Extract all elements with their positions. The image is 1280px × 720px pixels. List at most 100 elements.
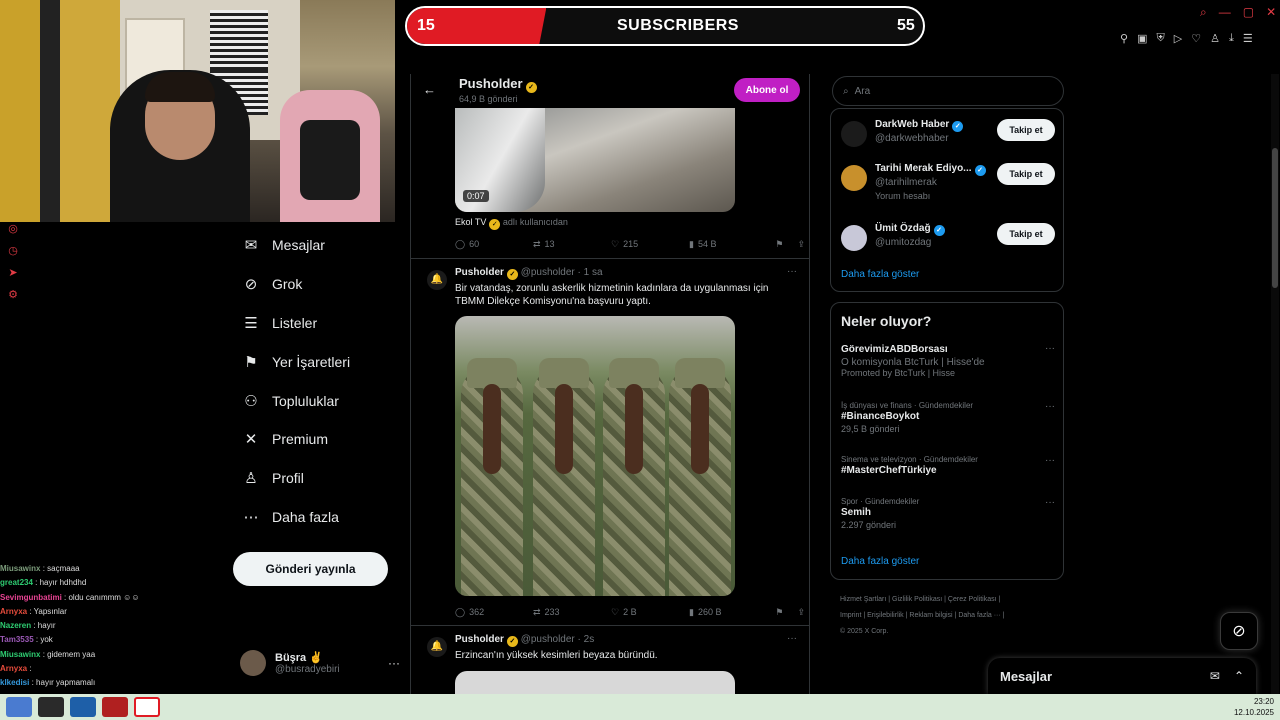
show-more-link[interactable]: Daha fazla göster bbox=[841, 269, 919, 280]
chat-username[interactable]: Miusawinx bbox=[0, 564, 40, 573]
nav-item-mesajlar[interactable]: ✉ Mesajlar bbox=[232, 226, 402, 265]
footer-link[interactable]: Gizlilik Politikası bbox=[892, 596, 942, 603]
video-player[interactable]: 0:07 bbox=[455, 108, 735, 212]
user-icon[interactable]: ♙ bbox=[1210, 32, 1220, 46]
follow-button[interactable]: Takip et bbox=[997, 223, 1055, 245]
footer-link[interactable]: Reklam bilgisi bbox=[909, 612, 952, 619]
chat-username[interactable]: Tam3535 bbox=[0, 635, 34, 644]
trend-more-icon[interactable]: ··· bbox=[1045, 497, 1055, 508]
chat-username[interactable]: Sevimgunbatimi bbox=[0, 593, 62, 602]
send-icon[interactable]: ➤ bbox=[0, 266, 26, 288]
taskbar-app[interactable] bbox=[70, 697, 96, 717]
screenshot-icon[interactable]: ▣ bbox=[1137, 32, 1147, 46]
nav-item-listeler[interactable]: ☰ Listeler bbox=[232, 304, 402, 343]
chat-username[interactable]: Arnyxa bbox=[0, 607, 27, 616]
tweet-more-icon[interactable]: ··· bbox=[787, 266, 797, 277]
follow-suggestion[interactable]: Ümit Özdağ ✓ @umitozdag Takip et bbox=[841, 221, 1055, 261]
download-icon[interactable]: ⤓ bbox=[1229, 32, 1234, 46]
footer-link[interactable]: Çerez Politikası bbox=[948, 596, 997, 603]
menu-icon[interactable]: ☰ bbox=[1243, 32, 1253, 46]
reply-button[interactable]: ◯ 60 bbox=[455, 236, 533, 252]
maximize-icon[interactable]: ▢ bbox=[1243, 5, 1254, 20]
taskbar-app[interactable] bbox=[38, 697, 64, 717]
trend-more-icon[interactable]: ··· bbox=[1045, 401, 1055, 412]
search-input[interactable]: ⌕ Ara bbox=[832, 76, 1064, 106]
views-button[interactable]: ▮ 54 B bbox=[689, 236, 767, 252]
views-button[interactable]: ▮ 260 B bbox=[689, 604, 767, 620]
subscribe-button[interactable]: Abone ol bbox=[734, 78, 800, 102]
footer-link[interactable]: © 2025 X Corp. bbox=[840, 628, 888, 635]
close-icon[interactable]: ✕ bbox=[1266, 5, 1276, 20]
chat-username[interactable]: great234 bbox=[0, 578, 33, 587]
shield-icon[interactable]: ⛨ bbox=[1156, 32, 1164, 46]
footer-link[interactable]: Imprint bbox=[840, 612, 861, 619]
trend-more-icon[interactable]: ··· bbox=[1045, 455, 1055, 466]
nav-item-premium[interactable]: ✕ Premium bbox=[232, 420, 402, 459]
bell-avatar-icon[interactable]: 🔔 bbox=[427, 637, 447, 657]
trend-more-icon[interactable]: ··· bbox=[1045, 343, 1055, 354]
play-icon[interactable]: ▷ bbox=[1174, 32, 1182, 46]
clock-time: 23:20 bbox=[1253, 697, 1274, 706]
tweet-header[interactable]: Pusholder ✓ @pusholder · 1 sa bbox=[455, 267, 603, 280]
reply-button[interactable]: ◯ 362 bbox=[455, 604, 533, 620]
header-name: Pusholder ✓ bbox=[459, 76, 537, 93]
post-button[interactable]: Gönderi yayınla bbox=[233, 552, 388, 586]
bookmark-icon[interactable]: ⚑ bbox=[775, 607, 783, 618]
retweet-button[interactable]: ⇄ 13 bbox=[533, 236, 611, 252]
opera-icon[interactable] bbox=[134, 697, 160, 717]
settings-icon[interactable]: ⚙ bbox=[0, 288, 26, 310]
nav-item-topluluklar[interactable]: ⚇ Topluluklar bbox=[232, 381, 402, 420]
show-more-link[interactable]: Daha fazla göster bbox=[841, 556, 919, 567]
nav-item-daha-fazla[interactable]: ⋯ Daha fazla bbox=[232, 498, 402, 537]
share-icon[interactable]: ⇪ bbox=[797, 607, 805, 618]
retweet-button[interactable]: ⇄ 233 bbox=[533, 604, 611, 620]
follow-suggestion[interactable]: DarkWeb Haber ✓ @darkwebhaber Takip et bbox=[841, 117, 1055, 157]
bell-avatar-icon[interactable]: 🔔 bbox=[427, 270, 447, 290]
follow-button[interactable]: Takip et bbox=[997, 163, 1055, 185]
footer-link[interactable]: Erişilebilirlik bbox=[867, 612, 904, 619]
record-icon[interactable]: ◎ bbox=[0, 222, 26, 244]
trend-item[interactable]: Sinema ve televizyon · Gündemdekiler #Mas… bbox=[841, 455, 1055, 478]
back-arrow-icon[interactable]: ← bbox=[423, 82, 436, 97]
tweet-more-icon[interactable]: ··· bbox=[787, 633, 797, 644]
chat-username[interactable]: klkedisi bbox=[0, 678, 29, 687]
chat-username[interactable]: Miusawinx bbox=[0, 650, 40, 659]
heart-icon[interactable]: ♡ bbox=[1191, 32, 1201, 46]
clock-icon[interactable]: ◷ bbox=[0, 244, 26, 266]
tweet-header[interactable]: Pusholder ✓ @pusholder · 2s bbox=[455, 634, 594, 647]
scrollbar[interactable] bbox=[1271, 74, 1279, 694]
footer-link[interactable]: Hizmet Şartları bbox=[840, 596, 886, 603]
scroll-thumb[interactable] bbox=[1272, 148, 1278, 288]
tweet-photo[interactable] bbox=[455, 671, 735, 694]
share-icon[interactable]: ⇪ bbox=[797, 239, 805, 250]
minimize-icon[interactable]: — bbox=[1219, 5, 1231, 20]
trend-item[interactable]: Spor · Gündemdekiler Semih 2.297 gönderi ··… bbox=[841, 497, 1055, 530]
chat-username[interactable]: Arnyxa bbox=[0, 664, 27, 673]
like-button[interactable]: ♡ 215 bbox=[611, 236, 689, 252]
messages-drawer[interactable]: Mesajlar ✉ ⌃ bbox=[988, 658, 1256, 694]
chat-username[interactable]: Nazeren bbox=[0, 621, 31, 630]
trend-item[interactable]: GörevimizABDBorsası O komisyonla BtcTurk … bbox=[841, 343, 1055, 378]
taskbar-app[interactable] bbox=[6, 697, 32, 717]
nav-item-grok[interactable]: ⊘ Grok bbox=[232, 265, 402, 304]
like-button[interactable]: ♡ 2 B bbox=[611, 604, 689, 620]
account-switcher[interactable]: Büşra ✌ @busradyebiri ··· bbox=[240, 648, 400, 678]
footer-links: Hizmet Şartları | Gizlilik Politikası | … bbox=[840, 596, 1005, 635]
taskbar-app[interactable] bbox=[102, 697, 128, 717]
follow-suggestion[interactable]: Tarihi Merak Ediyo... ✓ @tarihilmerak Yorum… bbox=[841, 161, 1055, 201]
more-icon[interactable]: ··· bbox=[388, 656, 400, 670]
webcam-overlay bbox=[0, 0, 395, 222]
search-icon[interactable]: ⌕ bbox=[1200, 5, 1207, 20]
nav-item-yer-i-aretleri[interactable]: ⚑ Yer İşaretleri bbox=[232, 342, 402, 381]
new-message-icon[interactable]: ✉ bbox=[1210, 669, 1220, 683]
pin-icon[interactable]: ⚲ bbox=[1120, 32, 1128, 46]
grok-fab-icon[interactable]: ⊘ bbox=[1220, 612, 1258, 650]
footer-link[interactable]: Daha fazla ··· bbox=[958, 612, 1000, 619]
expand-icon[interactable]: ⌃ bbox=[1234, 669, 1244, 683]
nav-item-profil[interactable]: ♙ Profil bbox=[232, 459, 402, 498]
follow-button[interactable]: Takip et bbox=[997, 119, 1055, 141]
tweet-photo[interactable] bbox=[455, 316, 735, 596]
bookmark-icon[interactable]: ⚑ bbox=[775, 239, 783, 250]
trend-item[interactable]: İş dünyası ve finans · Gündemdekiler #Bin… bbox=[841, 401, 1055, 434]
video-source[interactable]: Ekol TV ✓ adlı kullanıcıdan bbox=[455, 217, 568, 230]
